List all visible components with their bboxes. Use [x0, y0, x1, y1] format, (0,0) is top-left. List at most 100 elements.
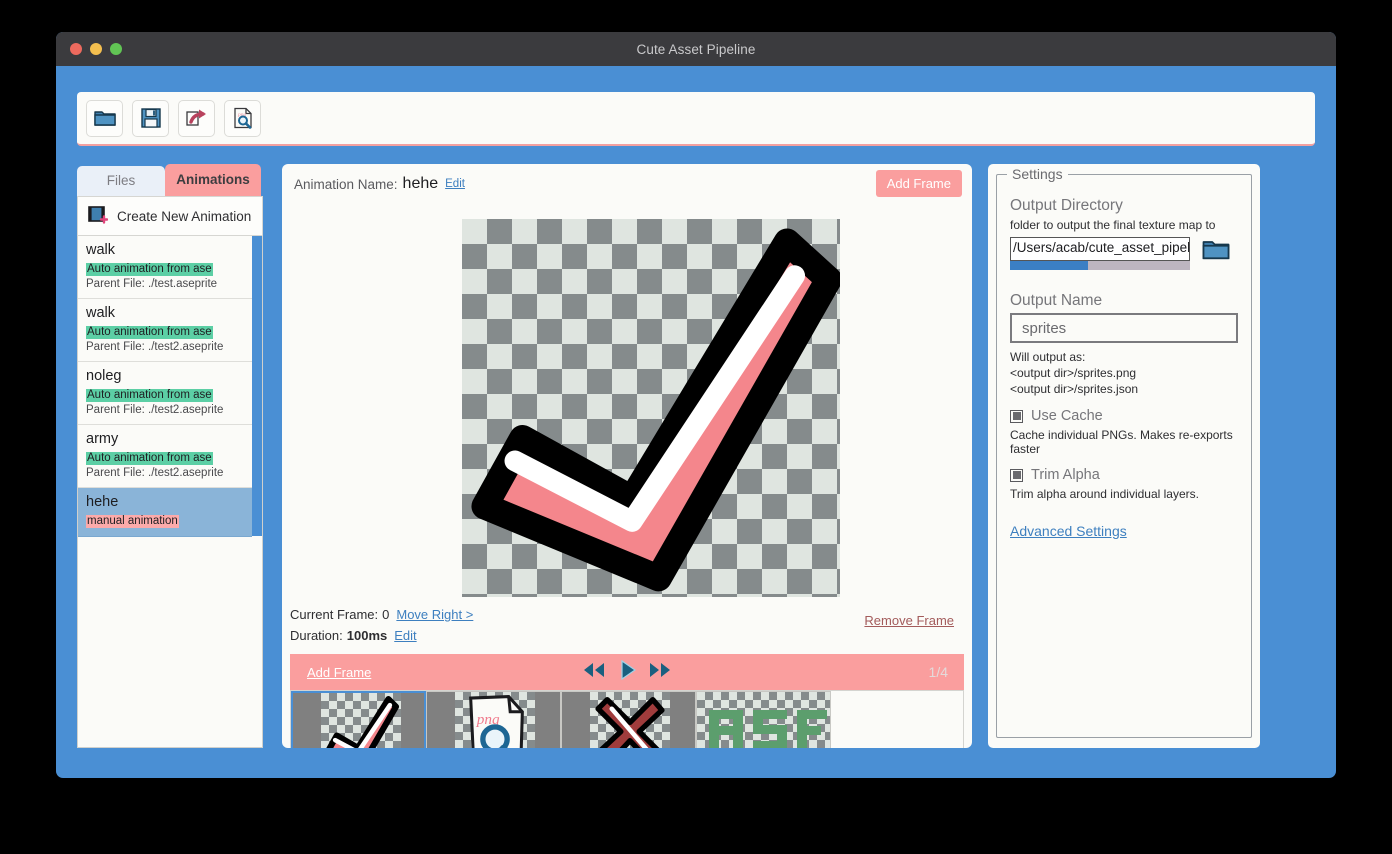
output-directory-heading: Output Directory — [1010, 197, 1123, 214]
output-name-heading: Output Name — [1010, 292, 1103, 309]
frame-png-search[interactable]: png — [426, 691, 561, 748]
add-frame-button[interactable]: Add Frame — [875, 170, 962, 197]
open-folder-button[interactable] — [86, 99, 123, 137]
animation-item-name: walk — [86, 242, 116, 258]
animation-item-parent-file: Parent File: ./test2.aseprite — [86, 467, 224, 479]
animation-item-tag: Auto animation from ase — [86, 263, 213, 276]
output-directory-description: folder to output the final texture map t… — [1010, 218, 1216, 232]
checkbox-mark — [1012, 412, 1021, 420]
window-body: png Files Animations Create New Animatio… — [56, 66, 1336, 778]
animation-item-parent-file: Parent File: ./test2.aseprite — [86, 341, 224, 353]
rewind-icon[interactable] — [580, 660, 608, 685]
will-output-label: Will output as: — [1010, 350, 1086, 364]
play-icon[interactable] — [616, 659, 638, 686]
output-name-input[interactable]: sprites — [1010, 313, 1238, 343]
browse-folder-button[interactable] — [1201, 237, 1231, 267]
animation-item-tag: Auto animation from ase — [86, 452, 213, 465]
export-arrow-icon — [185, 108, 209, 128]
frame-cross[interactable] — [561, 691, 696, 748]
animation-list-item[interactable]: noleg Auto animation from ase Parent File:… — [78, 362, 252, 425]
png-search-icon: png — [232, 107, 254, 129]
animation-item-tag-wrap: manual animation — [86, 511, 244, 529]
maximize-window-button[interactable] — [110, 43, 122, 55]
animation-item-name: noleg — [86, 368, 122, 384]
animation-item-name: hehe — [86, 494, 119, 510]
animation-item-tag: Auto animation from ase — [86, 389, 213, 402]
close-window-button[interactable] — [70, 43, 82, 55]
output-directory-input[interactable]: /Users/acab/cute_asset_pipelin — [1010, 237, 1190, 261]
current-frame-label: Current Frame: — [290, 607, 379, 622]
toolbar: png — [77, 92, 1315, 146]
app-window: Cute Asset Pipeline png Files Animations… — [56, 32, 1336, 778]
tab-animations[interactable]: Animations — [165, 164, 261, 196]
remove-frame-link[interactable]: Remove Frame — [864, 613, 954, 628]
current-frame-row: Current Frame: 0 Move Right > — [290, 604, 964, 625]
preview-png-button[interactable]: png — [224, 99, 261, 137]
current-frame-value: 0 — [382, 607, 390, 622]
trim-alpha-label: Trim Alpha — [1031, 467, 1100, 483]
trim-alpha-checkbox[interactable] — [1010, 468, 1023, 482]
floppy-disk-icon — [140, 107, 162, 129]
tab-files[interactable]: Files — [77, 166, 165, 196]
animation-item-tag: Auto animation from ase — [86, 326, 213, 339]
traffic-lights — [70, 43, 122, 55]
frame-preview — [462, 219, 840, 597]
export-button[interactable] — [178, 99, 215, 137]
frame-thumbnail — [590, 692, 670, 748]
animation-name-value: hehe — [402, 175, 439, 192]
use-cache-checkbox[interactable] — [1010, 409, 1023, 423]
animation-item-name: walk — [86, 305, 116, 321]
frame-thumbnail — [697, 692, 830, 748]
animation-editor-panel: Animation Name: hehe Edit Add Frame Curr… — [282, 164, 972, 748]
animation-list-item[interactable]: army Auto animation from ase Parent File: … — [78, 425, 252, 488]
use-cache-description: Cache individual PNGs. Makes re-exports … — [1010, 428, 1233, 456]
output-png-path: <output dir>/sprites.png — [1010, 366, 1137, 380]
animation-list: walk Auto animation from ase Parent File: … — [78, 236, 252, 747]
checkbox-mark — [1012, 471, 1021, 479]
animation-list-item[interactable]: walk Auto animation from ase Parent File: … — [78, 236, 252, 299]
animation-list-item[interactable]: walk Auto animation from ase Parent File: … — [78, 299, 252, 362]
fast-forward-icon[interactable] — [646, 660, 674, 685]
animation-item-tag-wrap: Auto animation from ase — [86, 322, 244, 340]
create-new-animation-button[interactable]: Create New Animation — [77, 196, 263, 236]
sidebar: Files Animations Create New Animation wa… — [77, 164, 263, 748]
playbar-add-frame-link[interactable]: Add Frame — [307, 665, 371, 680]
advanced-settings-link[interactable]: Advanced Settings — [1010, 523, 1127, 539]
window-title: Cute Asset Pipeline — [636, 41, 756, 57]
frame-info: Current Frame: 0 Move Right > Duration: … — [290, 604, 964, 649]
edit-animation-name-link[interactable]: Edit — [445, 178, 465, 190]
frame-ase-text[interactable] — [696, 691, 831, 748]
settings-legend: Settings — [1007, 166, 1068, 182]
output-directory-scrollbar-thumb[interactable] — [1010, 261, 1088, 270]
frame-counter: 1/4 — [928, 664, 948, 680]
folder-icon — [93, 108, 117, 128]
animation-list-item[interactable]: hehe manual animation — [78, 488, 252, 537]
use-cache-row: Use Cache — [1010, 408, 1238, 424]
move-right-link[interactable]: Move Right > — [396, 607, 473, 622]
trim-alpha-row: Trim Alpha — [1010, 467, 1238, 483]
output-json-path: <output dir>/sprites.json — [1010, 382, 1139, 396]
animation-name-label: Animation Name: — [294, 176, 398, 192]
animation-header: Animation Name: hehe Edit Add Frame — [282, 164, 972, 204]
title-bar: Cute Asset Pipeline — [56, 32, 1336, 66]
duration-label: Duration: — [290, 628, 343, 643]
frame-checkmark[interactable] — [291, 691, 426, 748]
playback-controls — [290, 659, 964, 686]
sidebar-tabs: Files Animations — [77, 164, 263, 196]
animation-item-name: army — [86, 431, 119, 447]
minimize-window-button[interactable] — [90, 43, 102, 55]
animation-list-scrollbar-thumb[interactable] — [252, 236, 262, 536]
output-directory-scrollbar[interactable] — [1010, 261, 1190, 270]
animation-item-tag-wrap: Auto animation from ase — [86, 448, 244, 466]
settings-panel: Settings Output Directory folder to outp… — [988, 164, 1260, 748]
settings-content: Output Directory folder to output the fi… — [1010, 197, 1238, 541]
edit-duration-link[interactable]: Edit — [394, 628, 416, 643]
animation-item-tag-wrap: Auto animation from ase — [86, 385, 244, 403]
animation-item-parent-file: Parent File: ./test.aseprite — [86, 278, 218, 290]
animation-item-tag: manual animation — [86, 515, 179, 528]
save-button[interactable] — [132, 99, 169, 137]
use-cache-label: Use Cache — [1031, 408, 1103, 424]
animation-list-scrollbar[interactable] — [252, 236, 262, 747]
output-directory-row: /Users/acab/cute_asset_pipelin — [1010, 237, 1238, 270]
filmstrip: png — [290, 690, 964, 748]
